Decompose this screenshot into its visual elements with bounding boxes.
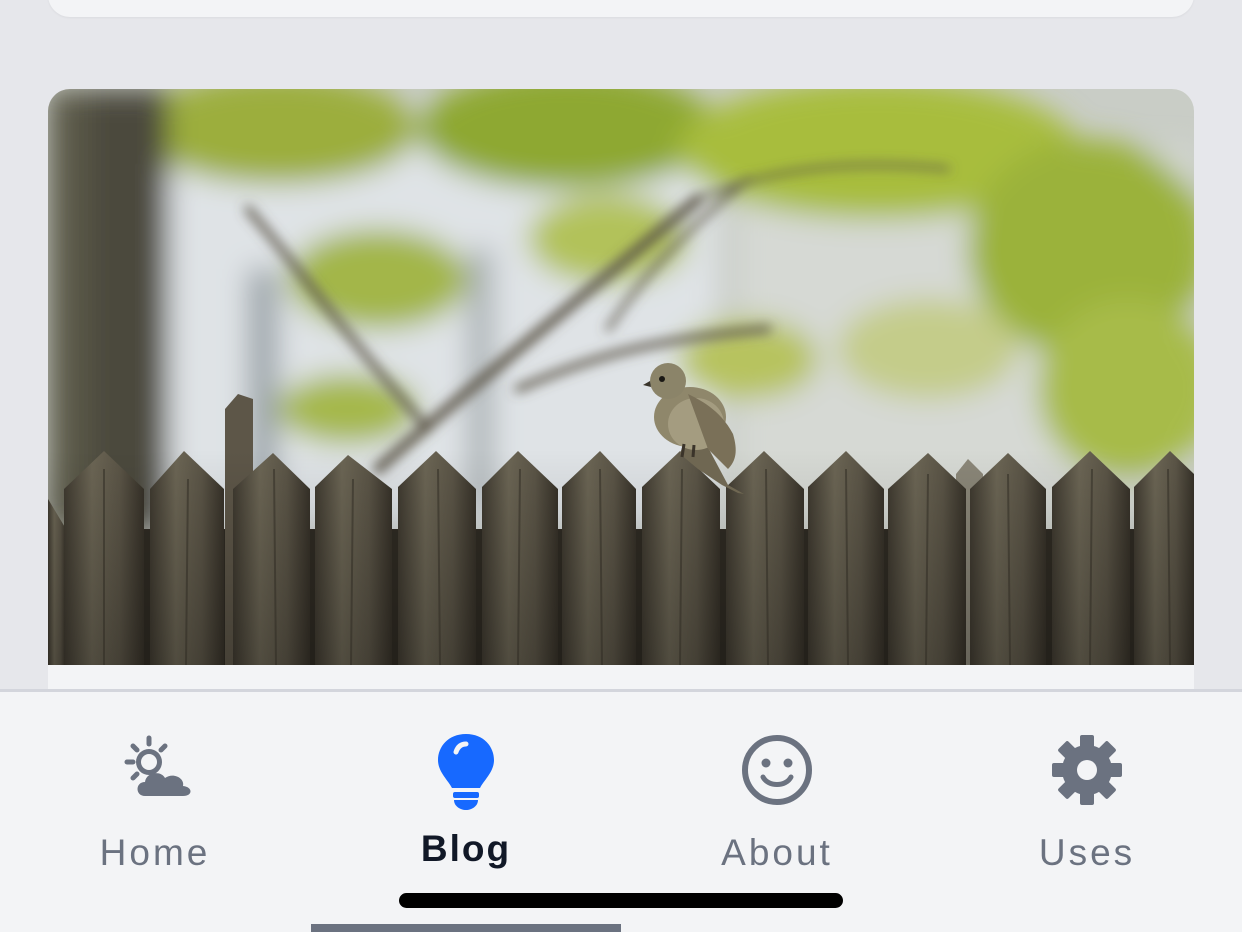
tab-indicator <box>311 924 621 932</box>
tab-uses[interactable]: Uses <box>932 692 1242 892</box>
smiley-face-icon <box>737 730 817 810</box>
tab-about[interactable]: About <box>622 692 932 892</box>
tab-blog[interactable]: Blog <box>311 692 621 892</box>
home-indicator[interactable] <box>399 893 843 908</box>
gear-icon <box>1047 730 1127 810</box>
tab-about-label: About <box>721 832 833 873</box>
post-cover-image[interactable] <box>48 89 1194 665</box>
app-screen: Home Blog About Uses <box>0 0 1242 932</box>
previous-post-card[interactable] <box>48 0 1194 17</box>
blog-post-card[interactable] <box>48 89 1194 789</box>
lightbulb-icon <box>426 730 506 810</box>
tab-blog-label: Blog <box>420 828 512 869</box>
tab-home[interactable]: Home <box>0 692 310 892</box>
tab-home-label: Home <box>99 832 211 873</box>
tab-uses-label: Uses <box>1038 832 1136 873</box>
partly-cloudy-icon <box>115 730 195 810</box>
